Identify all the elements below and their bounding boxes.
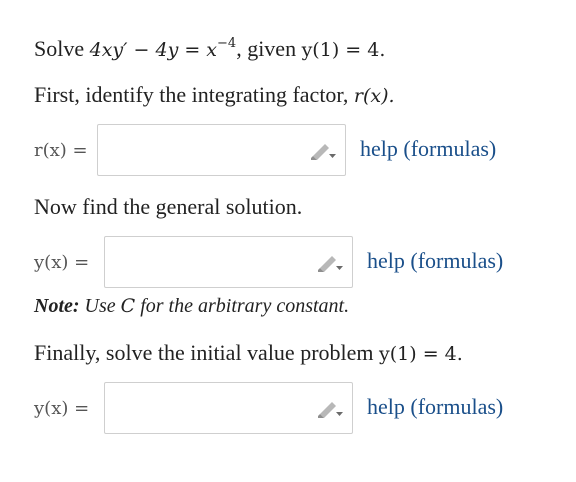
note-line: Note: Use C for the arbitrary constant. xyxy=(34,293,349,319)
note-label: Note: xyxy=(34,295,80,317)
step1-answer-row: r(x) = xyxy=(34,124,88,176)
step3-text: Finally, solve the initial value problem xyxy=(34,340,374,365)
note-var-text: C xyxy=(120,295,136,317)
y-ivp-answer-input[interactable] xyxy=(111,383,305,433)
step3-ivp: y(1) = 4. xyxy=(379,343,463,365)
y-general-answer-input[interactable] xyxy=(111,237,305,287)
pencil-icon[interactable] xyxy=(309,140,337,160)
step1-func-text: r(x). xyxy=(353,85,395,107)
note-post: for the arbitrary constant. xyxy=(140,295,350,317)
pencil-icon[interactable] xyxy=(316,252,344,272)
solve-word: Solve xyxy=(34,36,85,61)
pencil-icon[interactable] xyxy=(316,398,344,418)
given-text: , given xyxy=(236,36,297,61)
r-answer-input[interactable] xyxy=(104,125,298,175)
y-ivp-answer-field[interactable] xyxy=(104,382,353,434)
y-general-answer-field[interactable] xyxy=(104,236,353,288)
equation-text: 4xy′ − 4y = x xyxy=(89,39,218,61)
equation: 4xy′ − 4y = x−4 xyxy=(89,36,237,61)
step3-answer-row: y(x) = xyxy=(34,382,89,434)
note-var: C xyxy=(121,295,136,317)
r-answer-field[interactable] xyxy=(97,124,346,176)
r-field-label: r(x) = xyxy=(34,139,88,161)
step1-instruction: First, identify the integrating factor, … xyxy=(34,82,395,109)
step2-answer-row: y(x) = xyxy=(34,236,89,288)
note-pre: Use xyxy=(84,295,116,317)
y-general-field-label: y(x) = xyxy=(34,251,90,273)
step2-help-link[interactable]: help (formulas) xyxy=(367,248,503,274)
step2-instruction: Now find the general solution. xyxy=(34,194,303,219)
equation-exponent: −4 xyxy=(217,36,237,51)
step1-text: First, identify the integrating factor, xyxy=(34,82,349,107)
initial-condition: y(1) = 4. xyxy=(301,39,386,61)
step1-help-link[interactable]: help (formulas) xyxy=(360,136,496,162)
step1-func: r(x). xyxy=(354,85,395,107)
step3-instruction: Finally, solve the initial value problem… xyxy=(34,340,463,367)
y-ivp-field-label: y(x) = xyxy=(34,397,90,419)
step3-help-link[interactable]: help (formulas) xyxy=(367,394,503,420)
problem-statement: Solve 4xy′ − 4y = x−4, given y(1) = 4. xyxy=(34,36,385,63)
